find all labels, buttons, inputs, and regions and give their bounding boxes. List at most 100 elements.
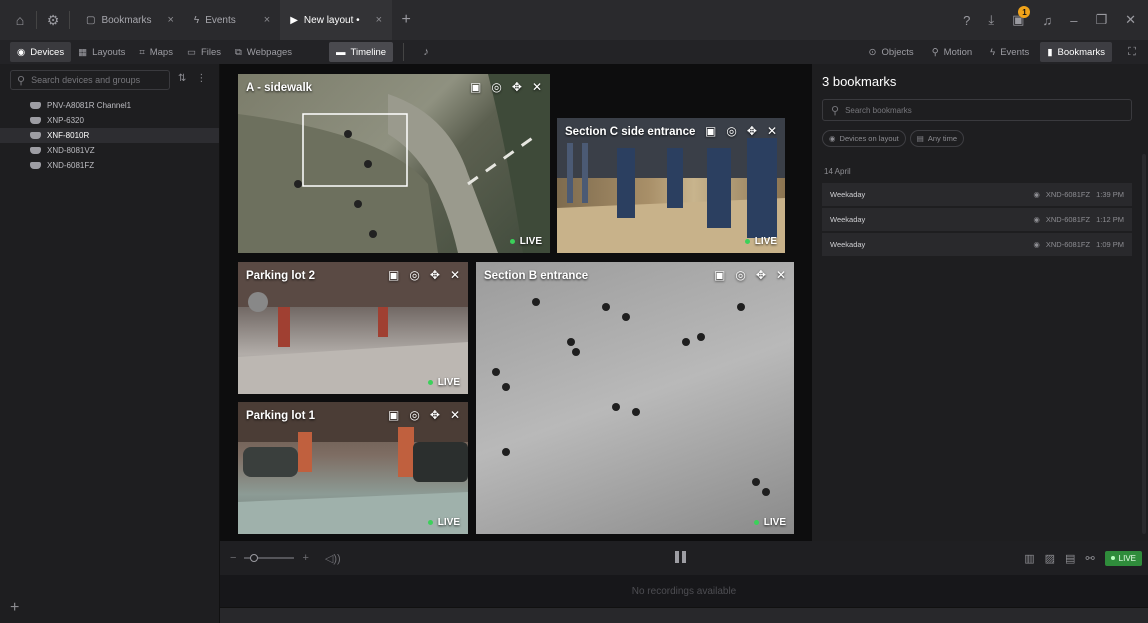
bookmark-time: 1:39 PM: [1096, 190, 1124, 199]
video-tile[interactable]: Parking lot 2 ▣ ◎ ✥ ✕ LIVE: [238, 262, 468, 394]
snapshot-icon[interactable]: ◎: [726, 124, 736, 138]
bookmark-search-input[interactable]: ⚲ Search bookmarks: [822, 99, 1132, 121]
device-item[interactable]: PNV-A8081R Channel1: [0, 98, 219, 113]
more-icon[interactable]: ⋮: [196, 73, 206, 84]
bookmark-item[interactable]: Weekaday ◉ XND-6081FZ 1:12 PM: [822, 208, 1132, 231]
pip-icon[interactable]: ▣: [388, 408, 399, 422]
bookmark-name: Weekaday: [830, 190, 866, 199]
pip-icon[interactable]: ▣: [714, 268, 725, 282]
video-tile[interactable]: Section B entrance ▣ ◎ ✥ ✕ LIVE: [476, 262, 794, 534]
tab-new-layout[interactable]: ▶ New layout • ×: [280, 0, 393, 40]
notification-icon[interactable]: ▣ 1: [1012, 6, 1031, 28]
time-filter[interactable]: ▤ Any time: [909, 130, 965, 147]
close-icon[interactable]: ×: [264, 14, 270, 26]
video-tile[interactable]: Parking lot 1 ▣ ◎ ✥ ✕ LIVE: [238, 402, 468, 534]
microphone-icon[interactable]: ♪: [416, 42, 436, 62]
tab-bookmarks[interactable]: ▢ Bookmarks ×: [76, 0, 184, 40]
add-device-icon[interactable]: +: [10, 599, 19, 617]
device-search-input[interactable]: ⚲ Search devices and groups: [10, 70, 170, 90]
timeline-button[interactable]: ▬ Timeline: [329, 42, 394, 62]
timeline-track[interactable]: No recordings available: [220, 575, 1148, 607]
close-icon[interactable]: ×: [376, 14, 382, 26]
close-icon[interactable]: ✕: [450, 268, 460, 282]
pause-button[interactable]: [675, 551, 686, 563]
zoom-in-icon[interactable]: +: [302, 552, 308, 564]
zoom-out-icon[interactable]: −: [230, 552, 236, 564]
help-icon[interactable]: ?: [963, 13, 970, 28]
layouts-button[interactable]: ▦ Layouts: [71, 42, 132, 62]
zoom-slider[interactable]: [244, 554, 295, 562]
pip-icon[interactable]: ▣: [470, 80, 481, 94]
devices-button[interactable]: ◉ Devices: [10, 42, 72, 62]
restore-icon[interactable]: ❐: [1095, 12, 1107, 28]
pip-icon[interactable]: ▣: [388, 268, 399, 282]
device-item[interactable]: XNF-8010R: [0, 128, 219, 143]
files-label: Files: [200, 46, 221, 58]
timeline-scrollbar[interactable]: [220, 607, 1148, 623]
camera-icon: [30, 102, 41, 109]
bookmarks-panel: 3 bookmarks ⚲ Search bookmarks ◉ Devices …: [812, 64, 1148, 541]
bookmarks-button[interactable]: ▮ Bookmarks: [1040, 42, 1112, 62]
calendar-icon[interactable]: ▤: [1065, 552, 1075, 565]
link-icon[interactable]: ⚯: [1085, 552, 1094, 565]
close-window-icon[interactable]: ✕: [1125, 12, 1136, 28]
bookmark-item[interactable]: Weekaday ◉ XND-6081FZ 1:39 PM: [822, 183, 1132, 206]
objects-icon: ⊙: [868, 46, 877, 58]
objects-button[interactable]: ⊙ Objects: [862, 42, 921, 62]
minimize-icon[interactable]: –: [1070, 13, 1077, 28]
tab-label: New layout •: [303, 14, 360, 26]
layouts-icon: ▦: [78, 46, 88, 58]
webpages-button[interactable]: ⧉ Webpages: [228, 42, 299, 62]
live-indicator: LIVE: [509, 236, 542, 247]
bookmark-item[interactable]: Weekaday ◉ XND-6081FZ 1:09 PM: [822, 233, 1132, 256]
motion-button[interactable]: ⚲ Motion: [925, 42, 979, 62]
image-icon[interactable]: ▨: [1045, 552, 1055, 565]
devices-on-layout-filter[interactable]: ◉ Devices on layout: [822, 130, 906, 147]
volume-icon[interactable]: ◁)): [325, 552, 341, 565]
close-icon[interactable]: ✕: [776, 268, 786, 282]
events-icon: ϟ: [193, 14, 200, 26]
home-icon[interactable]: ⌂: [10, 10, 30, 30]
device-name: PNV-A8081R Channel1: [47, 101, 132, 110]
sort-icon[interactable]: ⇅: [178, 73, 186, 84]
close-icon[interactable]: ×: [167, 14, 173, 26]
device-item[interactable]: XNP-6320: [0, 113, 219, 128]
snapshot-icon[interactable]: ◎: [409, 408, 419, 422]
playback-controls: − + ◁)) ▥ ▨ ▤ ⚯ LIVE: [220, 541, 1148, 575]
live-label: LIVE: [763, 517, 786, 528]
live-indicator: LIVE: [427, 377, 460, 388]
sidewalk-scene: [238, 74, 550, 253]
maps-button[interactable]: ⌗ Maps: [132, 42, 180, 62]
slider-knob[interactable]: [250, 554, 259, 562]
scrollbar[interactable]: [1142, 154, 1146, 534]
maps-label: Maps: [149, 46, 173, 58]
events-button[interactable]: ϟ Events: [983, 42, 1036, 62]
tab-events[interactable]: ϟ Events ×: [184, 0, 280, 40]
close-icon[interactable]: ✕: [767, 124, 777, 138]
ptz-icon[interactable]: ✥: [430, 268, 440, 282]
snapshot-icon[interactable]: ◎: [409, 268, 419, 282]
files-button[interactable]: ▭ Files: [180, 42, 228, 62]
device-item[interactable]: XND-6081FZ: [0, 158, 219, 173]
gear-icon[interactable]: ⚙: [43, 10, 63, 30]
timeline-icon: ▬: [336, 46, 346, 58]
video-tile[interactable]: A - sidewalk ▣ ◎ ✥ ✕ LIVE: [238, 74, 550, 253]
close-icon[interactable]: ✕: [450, 408, 460, 422]
device-item[interactable]: XND-8081VZ: [0, 143, 219, 158]
add-tab-icon[interactable]: +: [396, 10, 416, 30]
bell-icon[interactable]: ♫: [1042, 13, 1052, 28]
ptz-icon[interactable]: ✥: [756, 268, 766, 282]
close-icon[interactable]: ✕: [532, 80, 542, 94]
download-icon[interactable]: ⤓: [988, 12, 994, 28]
pip-icon[interactable]: ▣: [705, 124, 716, 138]
search-icon: ⚲: [17, 74, 26, 87]
stats-icon[interactable]: ▥: [1024, 552, 1034, 565]
ptz-icon[interactable]: ✥: [747, 124, 757, 138]
ptz-icon[interactable]: ✥: [512, 80, 522, 94]
snapshot-icon[interactable]: ◎: [491, 80, 501, 94]
snapshot-icon[interactable]: ◎: [735, 268, 745, 282]
live-button[interactable]: LIVE: [1104, 550, 1142, 566]
ptz-icon[interactable]: ✥: [430, 408, 440, 422]
fullscreen-icon[interactable]: ⛶: [1122, 42, 1142, 62]
video-tile[interactable]: Section C side entrance ▣ ◎ ✥ ✕ LIVE: [557, 118, 785, 253]
